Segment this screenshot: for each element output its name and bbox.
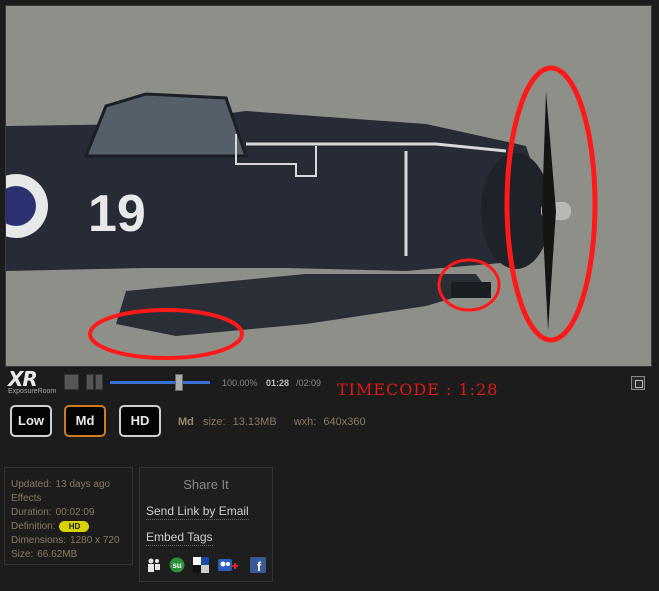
digg-icon[interactable]: [218, 557, 240, 575]
video-details: Updated: 13 days ago Effects Duration: 00:…: [4, 467, 133, 565]
myspace-icon[interactable]: [146, 557, 162, 573]
stumbleupon-icon[interactable]: su: [169, 557, 185, 573]
effects-label[interactable]: Effects: [11, 493, 41, 504]
duration-value: 00:02:09: [55, 507, 95, 518]
quality-hd-button[interactable]: HD: [119, 405, 161, 437]
current-time: 01:28: [266, 378, 290, 388]
quality-dims-value: 640x360: [323, 416, 366, 428]
fullscreen-icon[interactable]: [631, 376, 645, 390]
video-frame[interactable]: 19: [5, 5, 652, 367]
dimensions-label: Dimensions:: [11, 535, 67, 546]
quality-dims-label: wxh:: [293, 416, 317, 428]
facebook-icon[interactable]: f: [250, 557, 266, 573]
quality-md-button[interactable]: Md: [64, 405, 106, 437]
logo-text: XR: [8, 367, 38, 391]
canopy: [83, 92, 249, 158]
quality-low-button[interactable]: Low: [10, 405, 52, 437]
share-panel: Share It Send Link by Email Embed Tags s…: [139, 467, 273, 582]
updated-label: Updated:: [11, 479, 52, 490]
updated-value: 13 days ago: [55, 479, 111, 490]
total-time: /02:09: [296, 378, 322, 388]
pause-icon: [86, 374, 94, 390]
hd-badge-icon: HD: [59, 520, 90, 532]
quality-level: Md: [178, 416, 194, 428]
embed-tags-link[interactable]: Embed Tags: [146, 530, 213, 546]
size-label: Size:: [11, 549, 34, 560]
zoom-level: 100.00%: [222, 378, 258, 388]
svg-text:f: f: [257, 559, 262, 573]
quality-size-label: size:: [202, 416, 226, 428]
svg-text:su: su: [172, 561, 181, 570]
fuselage: [6, 111, 546, 271]
seek-bar[interactable]: [110, 381, 210, 384]
aircraft-number: 19: [88, 185, 146, 243]
player-controls: XR ExposureRoom 100.00% 01:28 /02:09 TIM…: [0, 367, 659, 399]
seek-handle[interactable]: [175, 374, 183, 391]
size-value: 66.62MB: [37, 549, 78, 560]
definition-label: Definition:: [11, 521, 56, 532]
quality-size-value: 13.13MB: [232, 416, 277, 428]
video-image: 19: [6, 6, 651, 366]
logo-subtext: ExposureRoom: [8, 388, 57, 395]
timecode-annotation: TIMECODE : 1:28: [337, 380, 499, 399]
delicious-icon[interactable]: [193, 557, 209, 573]
pause-button[interactable]: [86, 374, 103, 390]
duration-label: Duration:: [11, 507, 52, 518]
stop-button[interactable]: [64, 374, 79, 390]
quality-info: Md size: 13.13MB wxh: 640x360: [178, 416, 380, 428]
share-title: Share It: [183, 477, 229, 492]
dimensions-value: 1280 x 720: [70, 535, 120, 546]
exposureroom-logo[interactable]: XR ExposureRoom: [8, 367, 60, 396]
send-link-email[interactable]: Send Link by Email: [146, 504, 249, 520]
